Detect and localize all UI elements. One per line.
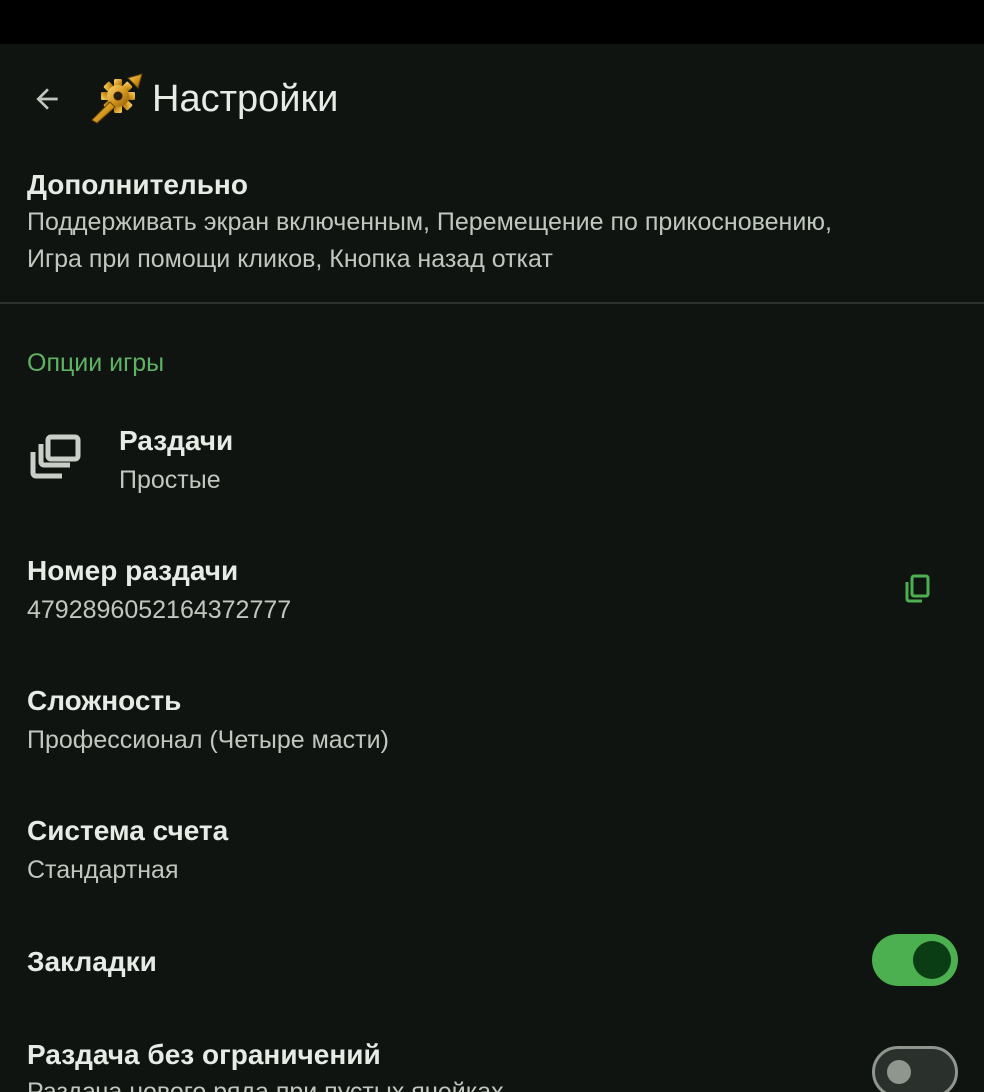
deals-preference[interactable]: Раздачи Простые xyxy=(0,404,984,524)
bookmarks-switch[interactable] xyxy=(872,934,958,986)
scoring-title: Система счета xyxy=(27,815,229,846)
advanced-preference[interactable]: Дополнительно Поддерживать экран включен… xyxy=(0,154,984,302)
unlimited-deal-preference[interactable]: Раздача без ограничений Раздача нового р… xyxy=(0,1020,984,1092)
deals-summary: Простые xyxy=(119,466,221,494)
scoring-summary: Стандартная xyxy=(27,856,179,884)
advanced-summary-line1: Поддерживать экран включенным, Перемещен… xyxy=(27,208,832,236)
switch-thumb xyxy=(913,941,951,979)
copy-button[interactable] xyxy=(892,564,942,614)
deal-number-value: 4792896052164372777 xyxy=(27,596,292,624)
settings-screen: Настройки Дополнительно Поддерживать экр… xyxy=(0,0,984,1092)
category-title-game-options: Опции игры xyxy=(27,349,165,377)
page-title: Настройки xyxy=(152,78,339,120)
arrow-back-icon xyxy=(36,88,58,110)
difficulty-preference[interactable]: Сложность Профессионал (Четыре масти) xyxy=(0,666,984,786)
difficulty-title: Сложность xyxy=(27,685,182,716)
bookmarks-preference[interactable]: Закладки xyxy=(0,920,984,1002)
scoring-preference[interactable]: Система счета Стандартная xyxy=(0,796,984,916)
unlimited-deal-summary: Раздача нового ряда при пустых ячейках xyxy=(27,1078,504,1092)
back-button[interactable] xyxy=(18,70,76,128)
app-bar: Настройки xyxy=(0,44,984,154)
status-bar xyxy=(0,0,984,44)
library-stack-icon xyxy=(30,434,81,479)
copy-icon xyxy=(905,574,930,603)
unlimited-deal-title: Раздача без ограничений xyxy=(27,1039,381,1070)
difficulty-summary: Профессионал (Четыре масти) xyxy=(27,726,389,754)
advanced-summary-line2: Игра при помощи кликов, Кнопка назад отк… xyxy=(27,245,553,273)
unlimited-deal-switch[interactable] xyxy=(872,1046,958,1092)
bookmarks-title: Закладки xyxy=(27,946,157,977)
deal-number-title: Номер раздачи xyxy=(27,555,239,586)
divider xyxy=(0,302,984,304)
deals-title: Раздачи xyxy=(119,425,234,456)
golden-gear-icon xyxy=(91,73,143,124)
deal-number-preference[interactable]: Номер раздачи 4792896052164372777 xyxy=(0,536,984,656)
switch-thumb xyxy=(887,1060,911,1084)
advanced-title: Дополнительно xyxy=(27,169,248,200)
